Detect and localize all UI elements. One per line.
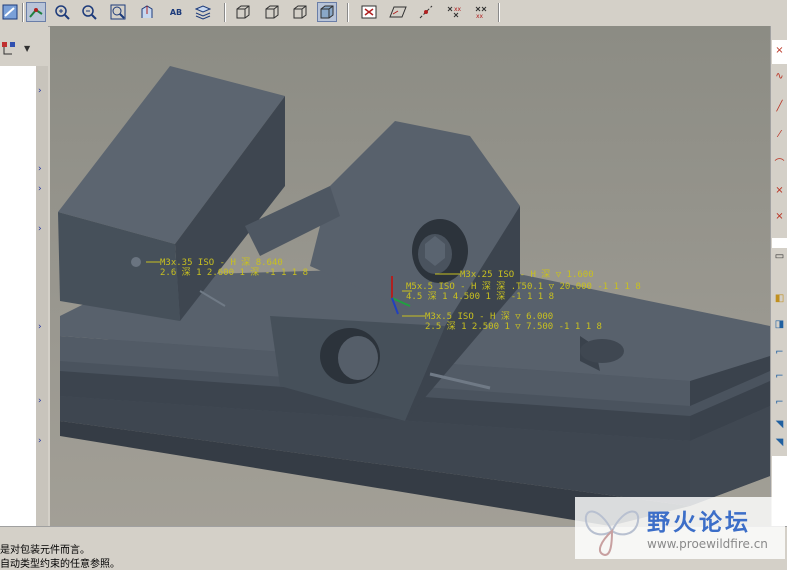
sketch-point-icon[interactable]	[26, 2, 46, 22]
saved-views-icon[interactable]: AB	[164, 2, 188, 22]
status-message: 自动类型约束的任意参照。	[0, 559, 120, 570]
dimension-annotation[interactable]: M5x.5 ISO - H 深 深 .T50.1 ▽ 20.000 -1 1 1…	[406, 282, 641, 302]
expand-arrow-icon[interactable]: ›	[38, 436, 42, 446]
forum-watermark: 野火论坛 www.proewildfire.cn	[575, 497, 785, 559]
expand-arrow-icon[interactable]: ›	[38, 224, 42, 234]
model-tree-panel: ▼ › › › › › › ›	[0, 26, 48, 526]
dimension-line: 2.5 深 1 2.500 1 ▽ 7.500 -1 1 1 8	[425, 322, 602, 332]
arc-tool-icon[interactable]: ⌒	[773, 156, 786, 170]
datum-point-tool-icon[interactable]: ×	[773, 44, 786, 57]
chamfer-tool-icon[interactable]: ◥	[773, 436, 786, 449]
datum-plane-icon[interactable]	[388, 2, 408, 22]
datum-plane-tool-icon[interactable]: ▭	[773, 250, 786, 263]
revolve-tool-icon[interactable]: ◨	[773, 318, 786, 331]
select-icon[interactable]	[0, 2, 20, 22]
zoom-in-icon[interactable]	[52, 2, 72, 22]
expand-arrow-icon[interactable]: ›	[38, 396, 42, 406]
expand-arrow-icon[interactable]: ›	[38, 184, 42, 194]
expand-arrow-icon[interactable]: ›	[38, 86, 42, 96]
expand-arrow-icon[interactable]: ›	[38, 322, 42, 332]
dimension-annotation[interactable]: M3x.5 ISO - H 深 ▽ 6.000 2.5 深 1 2.500 1 …	[425, 312, 602, 332]
graphics-viewport[interactable]: M3x.35 ISO - H 深 8.640 2.6 深 1 2.600 1 深…	[50, 26, 770, 526]
toolbar-separator	[224, 3, 226, 22]
annotation-display-icon[interactable]	[359, 2, 379, 22]
watermark-title: 野火论坛	[647, 510, 751, 536]
vise-model[interactable]	[50, 26, 770, 526]
chevron-down-icon[interactable]: ▼	[24, 44, 30, 53]
point-tool-icon[interactable]: ⨯	[773, 184, 786, 197]
feature-toolbar: × ∿ ╱ ⁄ ⌒ ⨯ ⨯ ▭ ◧ ◨ ⌐ ⌐ ⌐ ◥ ◥	[770, 26, 787, 526]
expand-arrow-icon[interactable]: ›	[38, 164, 42, 174]
svg-text:xx: xx	[476, 13, 484, 20]
dimension-line: M3x.5 ISO - H 深 ▽ 6.000	[425, 312, 554, 322]
top-toolbar: AB xx xx	[0, 0, 787, 27]
extrude-tool-icon[interactable]: ◧	[773, 292, 786, 305]
dimension-line: M3x.25 ISO - H 深 ▽ 1.600	[460, 270, 594, 280]
toolbar-separator	[347, 3, 349, 22]
round-tool-icon[interactable]: ◥	[773, 418, 786, 431]
no-hidden-icon[interactable]	[290, 2, 310, 22]
blend-tool-icon[interactable]: ⌐	[773, 370, 786, 383]
watermark-url: www.proewildfire.cn	[647, 537, 768, 551]
hidden-line-icon[interactable]	[262, 2, 282, 22]
toolbar-separator	[498, 3, 500, 22]
line-tool-icon[interactable]: ╱	[773, 100, 786, 113]
csys-icon[interactable]: xx	[471, 2, 491, 22]
panel-area	[772, 238, 787, 248]
dimension-annotation[interactable]: M3x.35 ISO - H 深 8.640 2.6 深 1 2.600 1 深…	[160, 258, 308, 278]
axis-tool-icon[interactable]: ⁄	[773, 128, 786, 141]
layers-icon[interactable]	[193, 2, 213, 22]
orient-icon[interactable]	[137, 2, 157, 22]
svg-text:xx: xx	[454, 6, 461, 13]
sweep-tool-icon[interactable]: ⌐	[773, 346, 786, 359]
datum-axis-icon[interactable]	[416, 2, 436, 22]
dimension-line: M5x.5 ISO - H 深 深 .T50.1 ▽ 20.000 -1 1 1…	[406, 282, 641, 292]
wireframe-icon[interactable]	[233, 2, 253, 22]
zoom-out-icon[interactable]	[79, 2, 99, 22]
panel-tabs: › › › › › › ›	[36, 66, 48, 526]
dimension-line: 2.6 深 1 2.600 1 深 -1 1 1 8	[160, 268, 309, 278]
shading-icon[interactable]	[317, 2, 337, 22]
butterfly-logo-icon	[584, 510, 640, 557]
toolbar-separator	[22, 3, 24, 22]
model-tree-area[interactable]	[0, 66, 37, 526]
dimension-annotation[interactable]: M3x.25 ISO - H 深 ▽ 1.600	[460, 270, 594, 280]
datum-point-icon[interactable]: xx	[443, 2, 463, 22]
model-tree-icon[interactable]	[0, 39, 18, 59]
refit-icon[interactable]	[108, 2, 128, 22]
status-message: 是对包装元件而言。	[0, 545, 90, 556]
dimension-line: M3x.35 ISO - H 深 8.640	[160, 258, 283, 268]
curve-tool-icon[interactable]: ∿	[773, 70, 786, 83]
dimension-line: 4.5 深 1 4.500 1 深 -1 1 1 8	[406, 292, 555, 302]
hole-tool-icon[interactable]: ⌐	[773, 396, 786, 409]
csys-tool-icon[interactable]: ⨯	[773, 210, 786, 223]
